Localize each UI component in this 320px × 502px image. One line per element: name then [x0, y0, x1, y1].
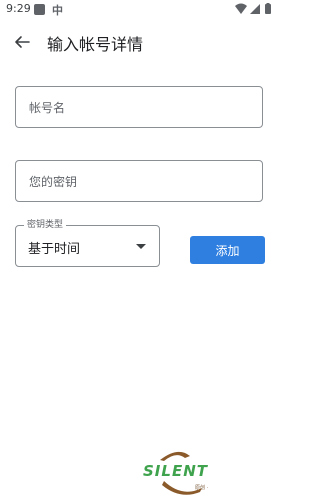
key-type-label: 密钥类型: [24, 219, 67, 231]
caret-down-icon: [136, 244, 146, 249]
key-type-select[interactable]: 密钥类型 基于时间: [15, 219, 160, 267]
secret-key-placeholder: 您的密钥: [29, 175, 78, 189]
watermark-text: SILENT: [143, 462, 208, 480]
battery-icon: [265, 3, 271, 14]
watermark-logo: SILENT 原创 ·: [130, 448, 225, 498]
secret-key-field[interactable]: 您的密钥: [15, 160, 263, 202]
account-name-field[interactable]: 帐号名: [15, 86, 263, 128]
signal-icon: [250, 4, 260, 14]
app-bar: 输入帐号详情: [0, 22, 280, 62]
watermark-subtext: 原创 ·: [195, 485, 209, 491]
arrow-left-icon: [15, 36, 30, 48]
key-type-value: 基于时间: [28, 242, 81, 257]
status-bar: 9:29 中: [0, 0, 280, 20]
status-icons: [235, 3, 271, 14]
page-title: 输入帐号详情: [47, 35, 144, 54]
account-name-placeholder: 帐号名: [29, 101, 66, 115]
back-button[interactable]: [8, 28, 36, 56]
add-button[interactable]: 添加: [190, 236, 265, 264]
notification-app-icon: 中: [52, 4, 63, 17]
notification-square-icon: [34, 4, 45, 15]
status-time: 9:29: [6, 2, 31, 15]
wifi-icon: [235, 3, 247, 14]
